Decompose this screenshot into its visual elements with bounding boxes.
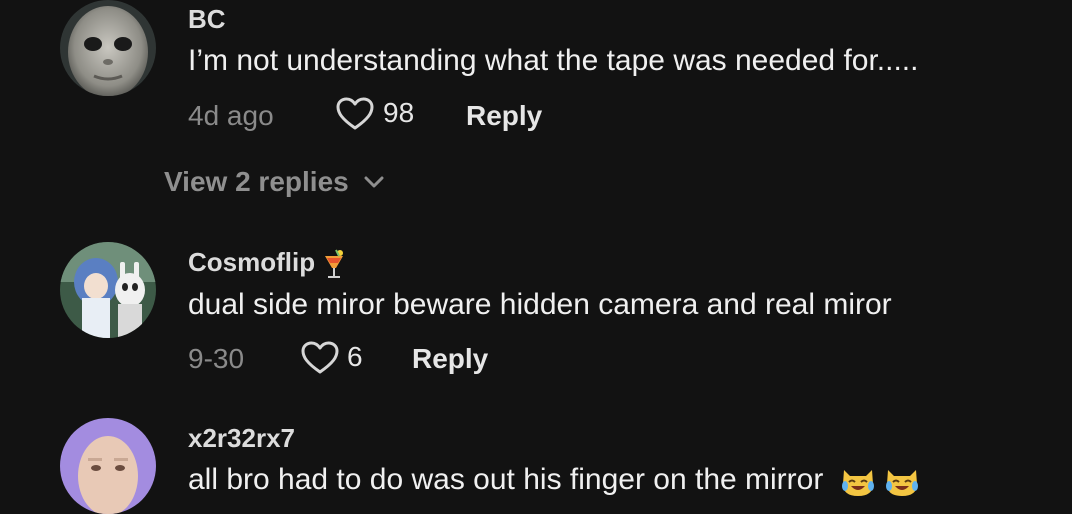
comment-text: all bro had to do was out his finger on …	[188, 463, 920, 498]
comment-date: 9-30	[188, 343, 245, 374]
username[interactable]: x2r32rx7	[188, 423, 295, 454]
avatar[interactable]	[60, 418, 156, 514]
like-count: 6	[347, 341, 363, 372]
username[interactable]: Cosmoflip	[188, 247, 346, 280]
cat-laughing-tears-icon	[841, 470, 874, 497]
username-text: Cosmoflip	[188, 247, 316, 277]
like-count: 98	[383, 97, 415, 128]
comment-text: dual side miror beware hidden camera and…	[188, 288, 892, 321]
tropical-drink-icon	[325, 249, 344, 279]
view-replies-button[interactable]: View 2 replies	[164, 166, 385, 198]
reply-button[interactable]: Reply	[466, 100, 542, 132]
alien-face-avatar-image	[60, 0, 156, 96]
comment-text-content: all bro had to do was out his finger on …	[188, 463, 824, 496]
chevron-down-icon	[364, 176, 384, 188]
view-replies-label: View 2 replies	[164, 166, 349, 197]
anime-characters-avatar-image	[60, 242, 156, 338]
reply-button[interactable]: Reply	[412, 343, 488, 375]
heart-icon[interactable]	[301, 341, 339, 375]
cat-laughing-tears-icon	[886, 470, 919, 497]
comment-date: 4d ago	[188, 100, 274, 131]
person-face-purple-avatar-image	[60, 418, 156, 514]
comment-text: I’m not understanding what the tape was …	[188, 44, 919, 77]
username[interactable]: BC	[188, 4, 226, 35]
heart-icon[interactable]	[336, 97, 374, 131]
avatar[interactable]	[60, 0, 156, 96]
avatar[interactable]	[60, 242, 156, 338]
